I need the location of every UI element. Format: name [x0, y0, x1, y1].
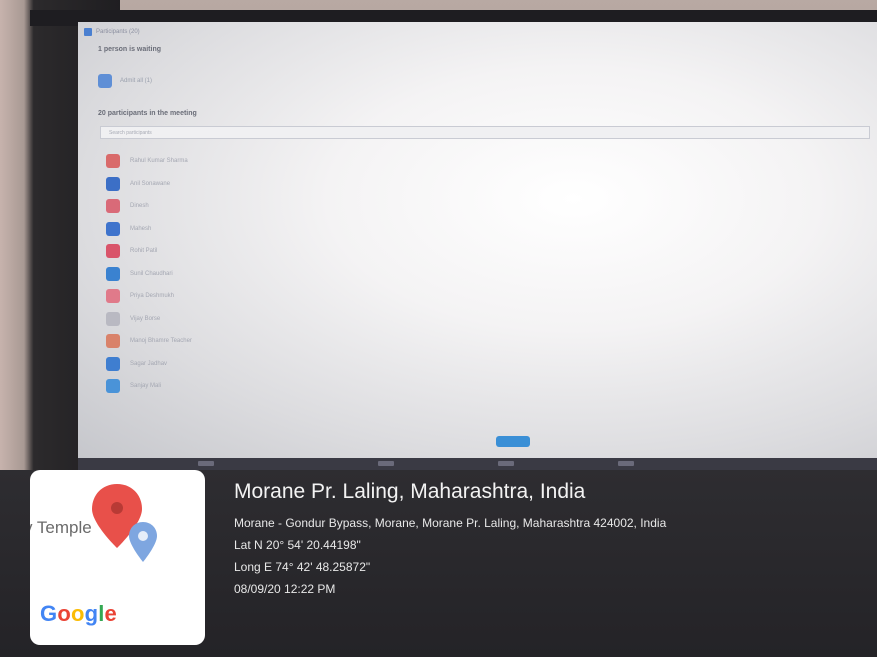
- participant-name: Rohit Patil: [130, 248, 158, 255]
- address-line: Morane - Gondur Bypass, Morane, Morane P…: [234, 516, 667, 530]
- participant-row[interactable]: Rohit Patil: [106, 240, 192, 263]
- longitude: Long E 74° 42' 48.25872": [234, 560, 371, 574]
- participant-name: Sagar Jadhav: [130, 360, 168, 367]
- window-title: Participants (20): [84, 26, 140, 38]
- participant-row[interactable]: Anil Sonawane: [106, 173, 192, 196]
- waiting-participant-row[interactable]: Admit all (1): [98, 74, 152, 88]
- taskbar: [78, 458, 877, 470]
- window-title-text: Participants (20): [96, 29, 140, 35]
- avatar: [106, 334, 120, 349]
- avatar: [106, 176, 120, 191]
- participants-section-label: 20 participants in the meeting: [98, 110, 197, 117]
- map-thumbnail: v Temple Google: [30, 470, 205, 645]
- location-title: Morane Pr. Laling, Maharashtra, India: [234, 480, 586, 503]
- participant-row[interactable]: Priya Deshmukh: [106, 285, 192, 308]
- latitude: Lat N 20° 54' 20.44198": [234, 538, 361, 552]
- avatar: [106, 221, 120, 236]
- participant-row[interactable]: Sagar Jadhav: [106, 353, 192, 376]
- taskbar-item[interactable]: [618, 461, 634, 466]
- google-logo-letter: o: [57, 601, 71, 626]
- taskbar-item[interactable]: [378, 461, 394, 466]
- geotag-info: Morane Pr. Laling, Maharashtra, India Mo…: [234, 478, 666, 600]
- datetime: 08/09/20 12:22 PM: [234, 582, 336, 596]
- participant-name: Vijay Borse: [130, 315, 161, 322]
- participant-name: Rahul Kumar Sharma: [130, 158, 188, 165]
- participant-name: Mahesh: [130, 225, 152, 232]
- avatar: [106, 266, 120, 281]
- participant-row[interactable]: Rahul Kumar Sharma: [106, 150, 192, 173]
- screen-button[interactable]: [496, 436, 530, 447]
- participant-name: Manoj Bhamre Teacher: [130, 338, 192, 345]
- participant-name: Sanjay Mali: [130, 383, 162, 390]
- taskbar-item[interactable]: [198, 461, 214, 466]
- participant-name: Anil Sonawane: [130, 180, 171, 187]
- google-logo: Google: [40, 601, 117, 627]
- avatar: [106, 289, 120, 304]
- waiting-section-label: 1 person is waiting: [98, 46, 162, 53]
- map-pin-blue-icon: [129, 522, 157, 562]
- monitor-screen: Participants (20) 1 person is waiting Ad…: [78, 22, 877, 464]
- participant-row[interactable]: Dinesh: [106, 195, 192, 218]
- participant-row[interactable]: Vijay Borse: [106, 308, 192, 331]
- avatar: [98, 74, 112, 88]
- participant-search-input[interactable]: Search participants: [100, 126, 870, 139]
- avatar: [106, 311, 120, 326]
- waiting-participant-name: Admit all (1): [120, 78, 153, 84]
- app-icon: [84, 28, 92, 36]
- avatar: [106, 356, 120, 371]
- participant-name: Priya Deshmukh: [130, 293, 175, 300]
- participant-row[interactable]: Sanjay Mali: [106, 375, 192, 398]
- google-logo-letter: e: [104, 601, 117, 626]
- participant-name: Sunil Chaudhari: [130, 270, 173, 277]
- avatar: [106, 244, 120, 259]
- participant-name: Dinesh: [130, 203, 149, 210]
- google-logo-letter: G: [40, 601, 58, 626]
- participant-row[interactable]: Mahesh: [106, 218, 192, 241]
- taskbar-item[interactable]: [498, 461, 514, 466]
- avatar: [106, 199, 120, 214]
- google-logo-letter: o: [70, 601, 85, 626]
- avatar: [106, 154, 120, 169]
- google-logo-letter: g: [84, 601, 99, 626]
- participant-row[interactable]: Manoj Bhamre Teacher: [106, 330, 192, 353]
- participant-list: Rahul Kumar Sharma Anil Sonawane Dinesh Mah…: [106, 150, 192, 398]
- avatar: [106, 379, 120, 394]
- map-place-label: v Temple: [30, 518, 92, 537]
- participant-row[interactable]: Sunil Chaudhari: [106, 263, 192, 286]
